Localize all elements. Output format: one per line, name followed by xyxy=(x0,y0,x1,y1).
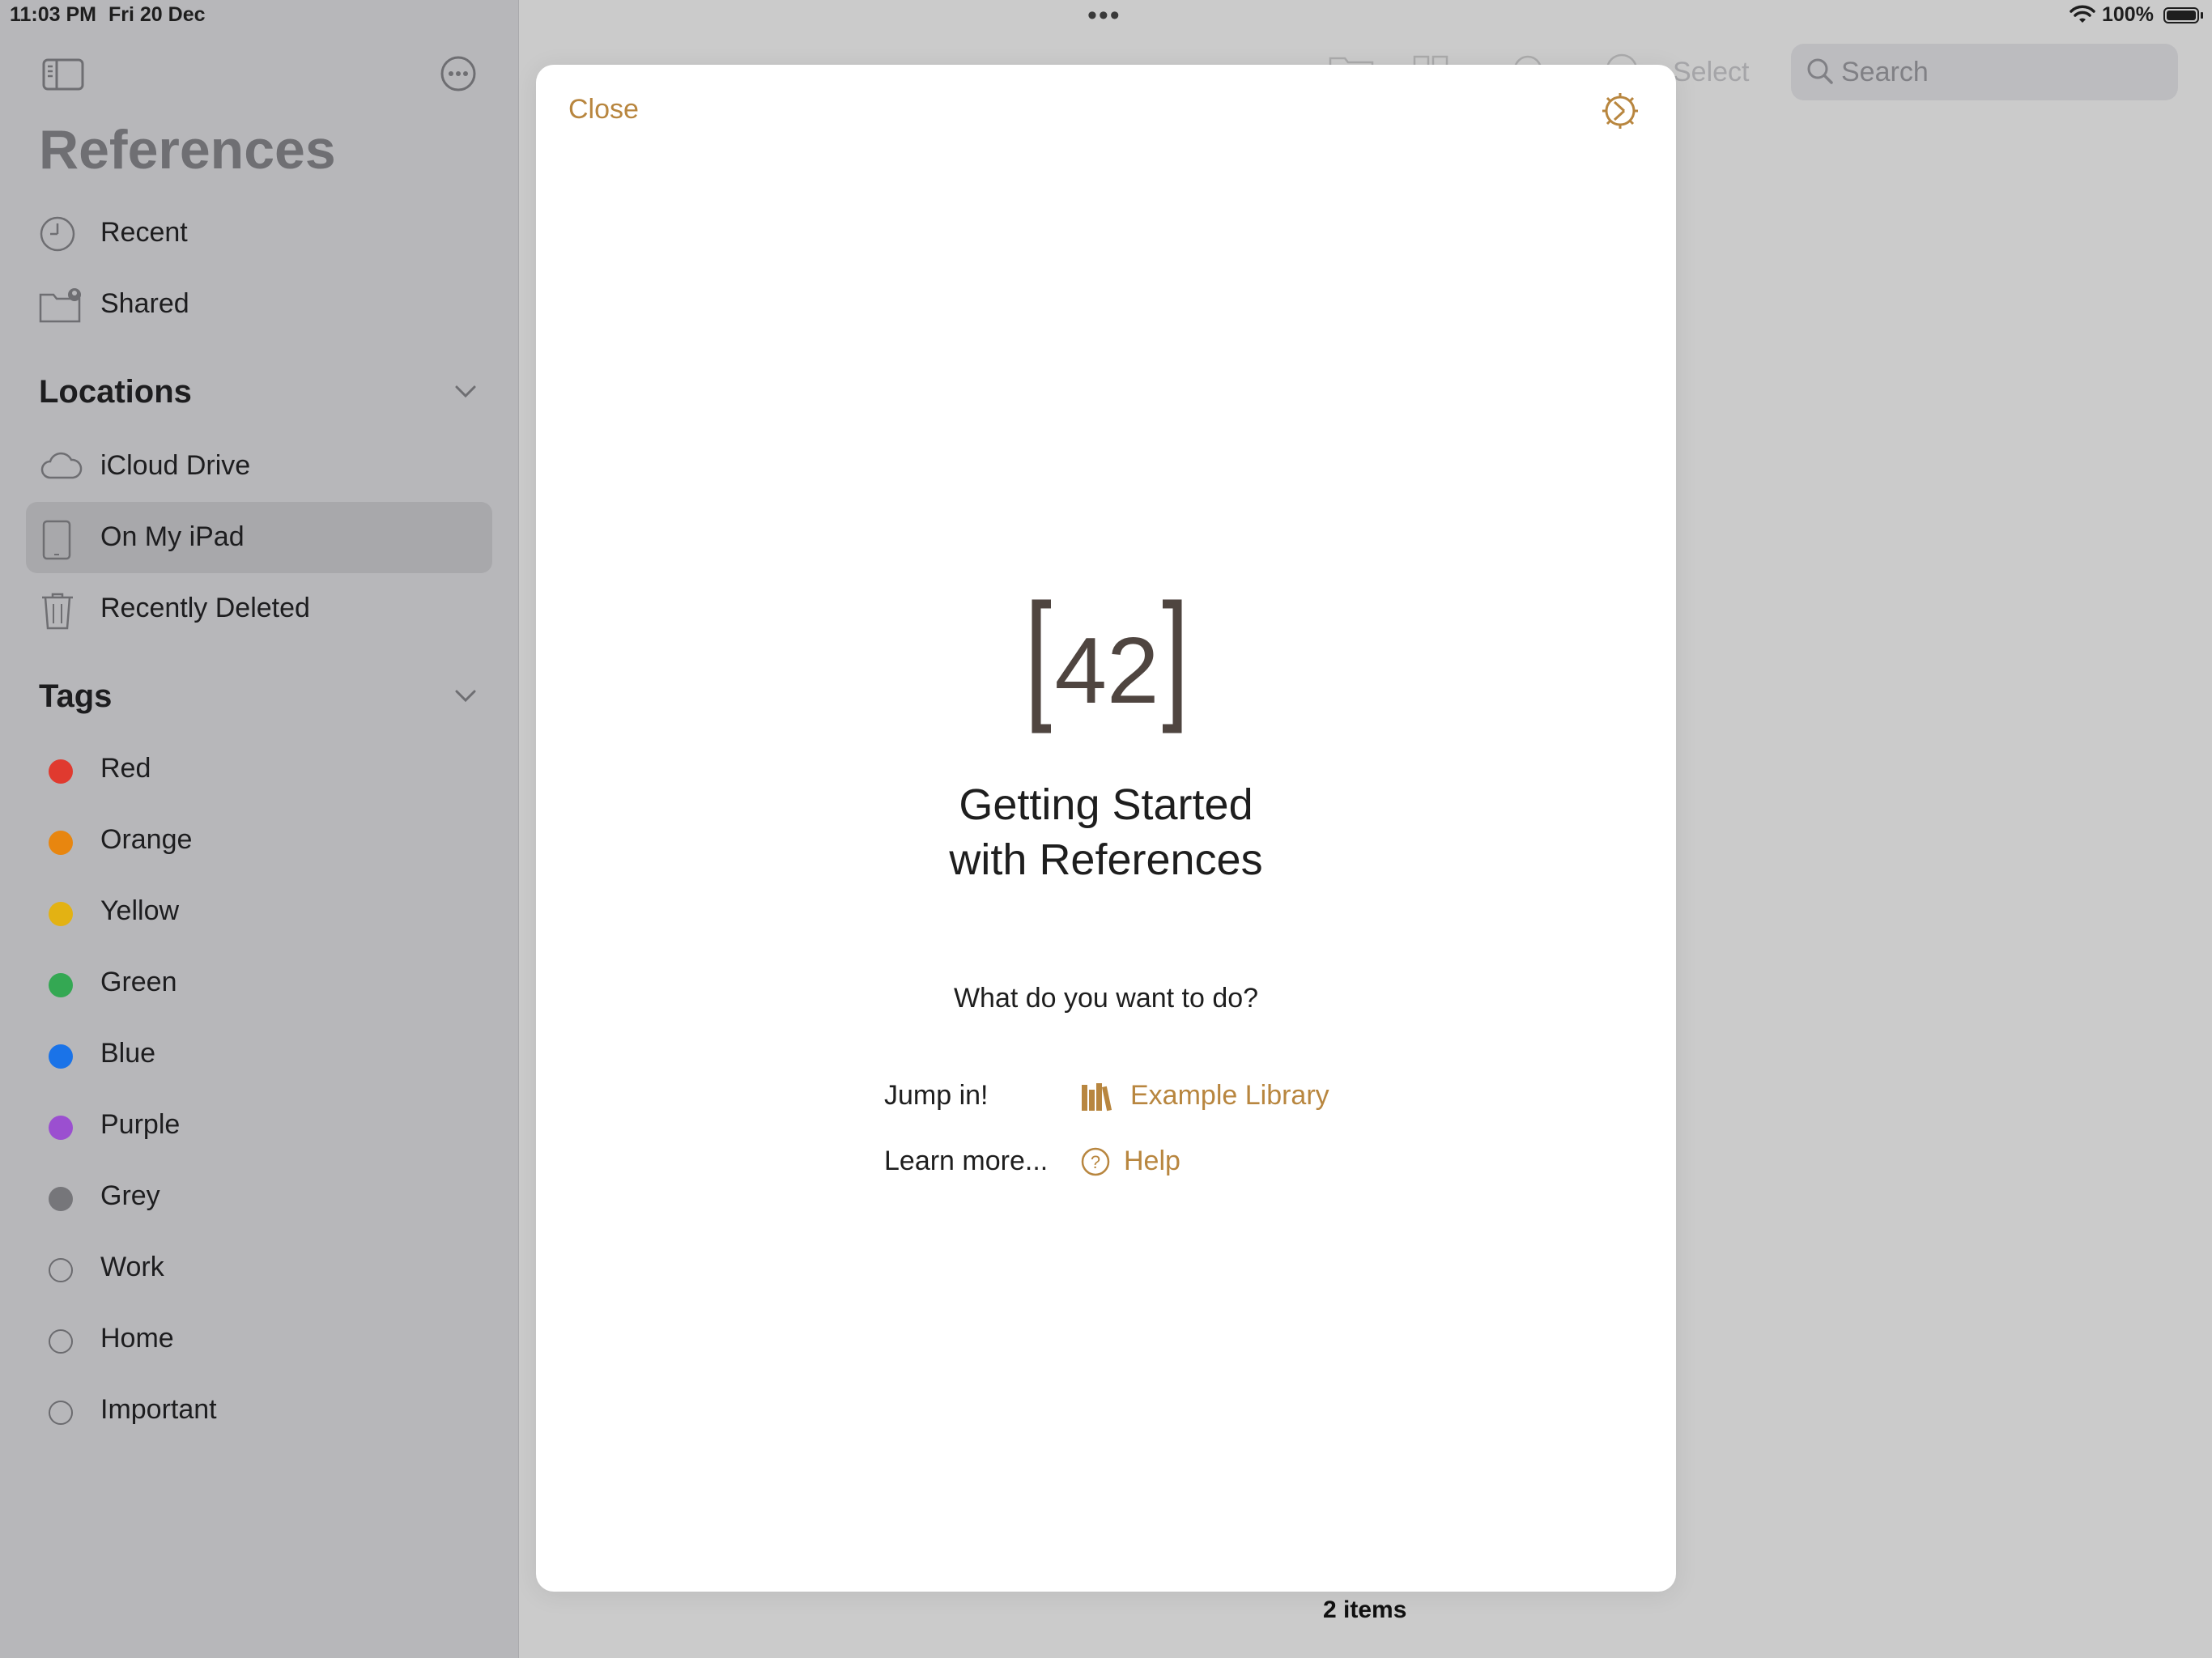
heading-line-2: with References xyxy=(949,835,1263,884)
tags-header[interactable]: Tags xyxy=(39,678,112,715)
item-count: 2 items xyxy=(1323,1596,1407,1623)
modal-heading: Getting Started with References xyxy=(536,777,1676,887)
sidebar-item-label: Recently Deleted xyxy=(100,593,310,623)
references-logo: 42 xyxy=(1030,599,1184,741)
tag-color-dot xyxy=(49,1044,73,1069)
sidebar-tag-important[interactable]: Important xyxy=(26,1375,492,1446)
select-button[interactable]: Select xyxy=(1673,57,1750,88)
heading-line-1: Getting Started xyxy=(959,780,1253,829)
modal-question: What do you want to do? xyxy=(953,983,1259,1014)
sidebar-tag-blue[interactable]: Blue xyxy=(26,1018,492,1090)
clock-icon xyxy=(39,215,76,253)
sidebar-item-label: Yellow xyxy=(100,895,180,926)
help-question-icon[interactable]: ? xyxy=(1080,1146,1111,1181)
sidebar-item-label: On My iPad xyxy=(100,521,245,552)
battery-percent: 100% xyxy=(2102,3,2154,26)
settings-gear-icon[interactable] xyxy=(1600,91,1640,135)
sidebar-tag-green[interactable]: Green xyxy=(26,947,492,1018)
sidebar-tag-red[interactable]: Red xyxy=(26,733,492,805)
sidebar-item-recent[interactable]: Recent xyxy=(26,198,492,269)
tag-color-dot xyxy=(49,831,73,855)
sidebar-item-label: Blue xyxy=(100,1038,156,1069)
search-field[interactable]: Search xyxy=(1791,44,2178,100)
status-bar: 11:03 PM Fri 20 Dec ••• 100% xyxy=(0,0,2212,32)
sidebar-item-label: Work xyxy=(100,1252,164,1282)
tag-color-dot xyxy=(49,759,73,784)
search-placeholder: Search xyxy=(1841,57,1929,87)
sidebar-tag-orange[interactable]: Orange xyxy=(26,805,492,876)
battery-icon xyxy=(2163,7,2199,23)
jump-in-label: Jump in! xyxy=(884,1080,989,1111)
sidebar-title: References xyxy=(39,119,336,181)
getting-started-modal: Close 42 Getting Started with References… xyxy=(536,65,1676,1592)
sidebar-item-label: Red xyxy=(100,753,151,784)
battery-cap xyxy=(2201,12,2203,19)
help-link[interactable]: Help xyxy=(1124,1146,1180,1177)
chevron-down-icon[interactable] xyxy=(453,688,478,708)
cloud-icon xyxy=(39,449,83,486)
ipad-icon xyxy=(39,520,76,560)
sidebar-item-recently-deleted[interactable]: Recently Deleted xyxy=(26,573,492,644)
tag-empty-ring xyxy=(49,1258,73,1282)
learn-more-label: Learn more... xyxy=(884,1146,1049,1176)
sidebar-item-label: Green xyxy=(100,967,177,997)
sidebar-item-label: Orange xyxy=(100,824,193,855)
tag-color-dot xyxy=(49,902,73,926)
chevron-down-icon[interactable] xyxy=(453,384,478,404)
more-options-icon[interactable] xyxy=(440,55,477,96)
logo-text: 42 xyxy=(1054,618,1159,723)
tag-color-dot xyxy=(49,1187,73,1211)
sidebar-tag-work[interactable]: Work xyxy=(26,1232,492,1303)
tag-color-dot xyxy=(49,973,73,997)
sidebar-tag-purple[interactable]: Purple xyxy=(26,1090,492,1161)
status-date: Fri 20 Dec xyxy=(108,3,206,26)
sidebar-item-label: Shared xyxy=(100,288,189,319)
sidebar-tag-home[interactable]: Home xyxy=(26,1303,492,1375)
sidebar-item-label: Home xyxy=(100,1323,174,1354)
example-library-link[interactable]: Example Library xyxy=(1130,1080,1329,1112)
wifi-icon xyxy=(2069,5,2095,28)
books-icon[interactable] xyxy=(1080,1082,1114,1116)
close-button[interactable]: Close xyxy=(568,94,639,125)
sidebar-toggle-icon[interactable] xyxy=(42,58,84,95)
sidebar-item-label: Grey xyxy=(100,1180,160,1211)
sidebar-item-label: iCloud Drive xyxy=(100,450,251,481)
sidebar-tag-yellow[interactable]: Yellow xyxy=(26,876,492,947)
sidebar: References Recent Shared Locations iClou… xyxy=(0,0,519,1658)
sidebar-item-label: Purple xyxy=(100,1109,181,1140)
trash-icon xyxy=(39,591,76,630)
sidebar-item-shared[interactable]: Shared xyxy=(26,269,492,340)
multitasking-dots-icon[interactable]: ••• xyxy=(1087,0,1121,32)
sidebar-tag-grey[interactable]: Grey xyxy=(26,1161,492,1232)
svg-text:?: ? xyxy=(1091,1152,1100,1172)
tag-empty-ring xyxy=(49,1329,73,1354)
sidebar-item-on-my-ipad[interactable]: On My iPad xyxy=(26,502,492,573)
status-time: 11:03 PM xyxy=(10,3,97,26)
sidebar-item-icloud-drive[interactable]: iCloud Drive xyxy=(26,431,492,502)
tag-empty-ring xyxy=(49,1401,73,1425)
sidebar-item-label: Recent xyxy=(100,217,188,248)
tag-color-dot xyxy=(49,1116,73,1140)
locations-header[interactable]: Locations xyxy=(39,374,192,410)
search-icon xyxy=(1806,57,1835,90)
sidebar-item-label: Important xyxy=(100,1394,217,1425)
shared-folder-icon xyxy=(39,287,81,324)
